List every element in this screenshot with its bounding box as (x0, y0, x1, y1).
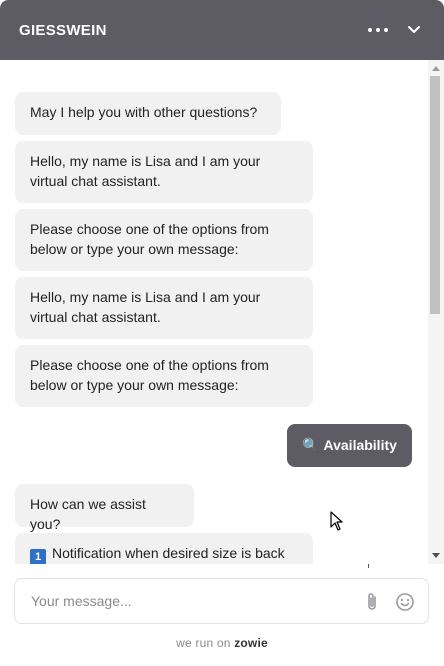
number-one-icon: 1 (30, 549, 46, 564)
message-text: May I help you with other questions? (30, 104, 258, 120)
scroll-thumb[interactable] (430, 76, 440, 314)
user-message-availability[interactable]: 🔍 Availability (287, 424, 412, 467)
message-text: Hello, my name is Lisa and I am your vir… (30, 153, 261, 189)
message-composer (14, 578, 429, 624)
message-text: Please choose one of the options from be… (30, 357, 269, 393)
bot-message: Please choose one of the options from be… (15, 209, 313, 271)
powered-by: we run on zowie (0, 636, 444, 650)
divider-tick (368, 564, 369, 568)
message-text: How can we assist you? (30, 496, 146, 532)
more-options-icon[interactable] (364, 18, 392, 42)
powered-by-brand[interactable]: zowie (234, 636, 268, 650)
chevron-down-icon[interactable] (403, 19, 425, 41)
chat-header: GIESSWEIN (0, 0, 444, 60)
scroll-up-icon[interactable] (432, 66, 440, 71)
chat-widget: GIESSWEIN May I help you with other ques… (0, 0, 444, 666)
brand-name: GIESSWEIN (19, 22, 107, 39)
message-list[interactable]: May I help you with other questions? Hel… (0, 60, 428, 564)
magnifier-icon: 🔍 (302, 437, 320, 453)
bot-message: Please choose one of the options from be… (15, 345, 313, 407)
mouse-cursor-icon (330, 511, 344, 531)
message-text: Hello, my name is Lisa and I am your vir… (30, 289, 261, 325)
powered-by-prefix: we run on (176, 636, 231, 650)
emoji-icon[interactable] (394, 591, 416, 613)
bot-message: Hello, my name is Lisa and I am your vir… (15, 277, 313, 339)
option-notification[interactable]: 1 Notification when desired size is back (15, 533, 313, 564)
bot-message: How can we assist you? (15, 484, 194, 532)
paperclip-icon[interactable] (362, 591, 382, 613)
message-text: Availability (323, 437, 397, 453)
scroll-down-icon[interactable] (432, 553, 440, 558)
message-input[interactable] (31, 590, 331, 612)
bot-message: Hello, my name is Lisa and I am your vir… (15, 141, 313, 203)
message-text: Please choose one of the options from be… (30, 221, 269, 257)
scrollbar[interactable] (428, 60, 444, 564)
message-text: Notification when desired size is back (52, 545, 285, 561)
bot-message: May I help you with other questions? (15, 92, 281, 135)
